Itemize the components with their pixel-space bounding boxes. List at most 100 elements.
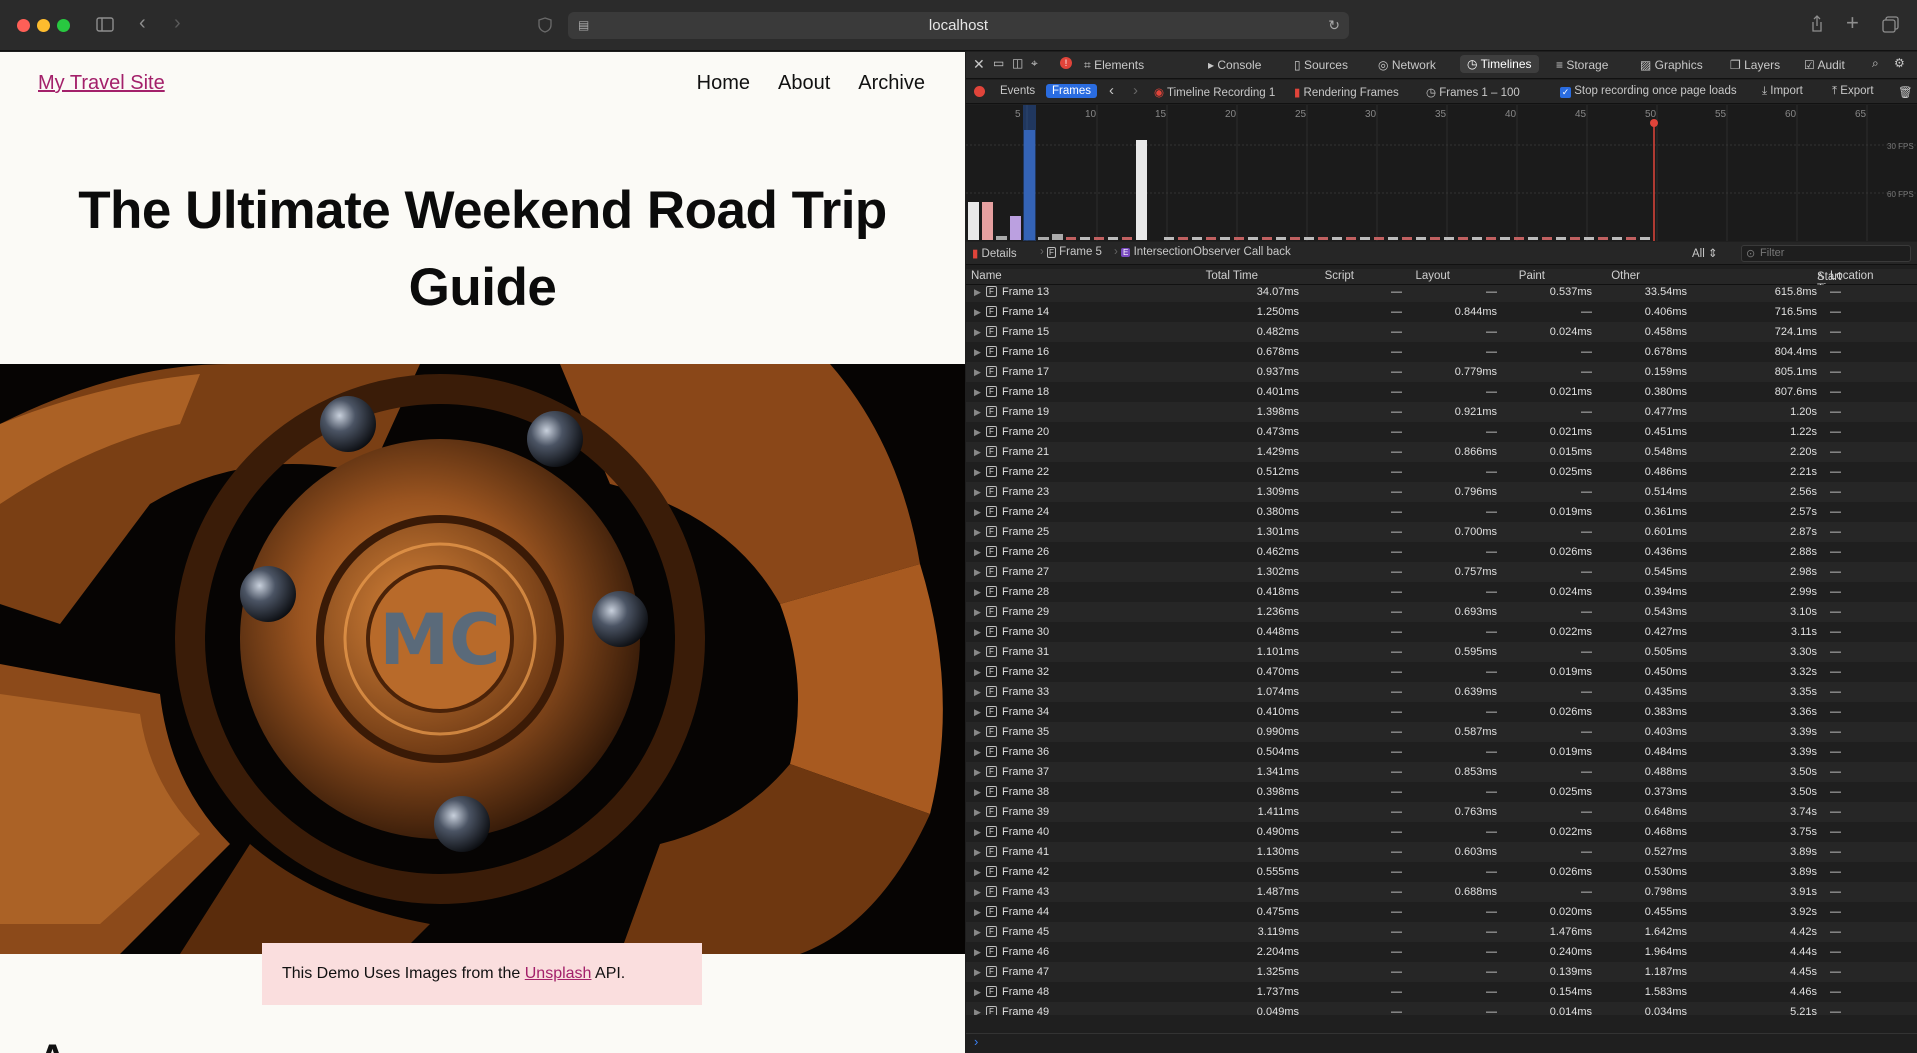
callback-crumb[interactable]: › E IntersectionObserver Call back bbox=[1114, 246, 1291, 258]
disclosure-triangle-icon[interactable]: ▶ bbox=[974, 647, 981, 658]
disclosure-triangle-icon[interactable]: ▶ bbox=[974, 727, 981, 738]
rendering-frames-selector[interactable]: ▮ Rendering Frames bbox=[1294, 85, 1399, 99]
frame-bar[interactable] bbox=[1640, 237, 1650, 240]
frame-bar[interactable] bbox=[1276, 237, 1286, 240]
tab-graphics[interactable]: ▨ Graphics bbox=[1640, 58, 1703, 72]
col-script[interactable]: Script bbox=[1325, 270, 1354, 282]
frame-bar[interactable] bbox=[1038, 237, 1049, 240]
privacy-shield-icon[interactable] bbox=[538, 17, 552, 36]
table-row[interactable]: ▶ F Frame 24 0.380ms — — 0.019ms 0.361ms 2.57s — bbox=[966, 502, 1917, 522]
disclosure-triangle-icon[interactable]: ▶ bbox=[974, 347, 981, 358]
disclosure-triangle-icon[interactable]: ▶ bbox=[974, 747, 981, 758]
frame-bar[interactable] bbox=[1542, 237, 1552, 240]
frame-bar[interactable] bbox=[1556, 237, 1566, 240]
disclosure-triangle-icon[interactable]: ▶ bbox=[974, 687, 981, 698]
disclosure-triangle-icon[interactable]: ▶ bbox=[974, 467, 981, 478]
disclosure-triangle-icon[interactable]: ▶ bbox=[974, 987, 981, 998]
frame-bar[interactable] bbox=[1612, 237, 1622, 240]
disclosure-triangle-icon[interactable]: ▶ bbox=[974, 967, 981, 978]
forward-icon[interactable]: › bbox=[174, 13, 181, 33]
table-row[interactable]: ▶ F Frame 13 34.07ms — — 0.537ms 33.54ms 615.8ms… bbox=[966, 285, 1917, 302]
selected-frame-highlight[interactable] bbox=[1023, 105, 1036, 241]
frame-bar[interactable] bbox=[1570, 237, 1580, 240]
disclosure-triangle-icon[interactable]: ▶ bbox=[974, 527, 981, 538]
frame-bar[interactable] bbox=[1416, 237, 1426, 240]
frame-bar[interactable] bbox=[1206, 237, 1216, 240]
frame-bar[interactable] bbox=[1598, 237, 1608, 240]
frame-bar[interactable] bbox=[1178, 237, 1188, 240]
frame-bar[interactable] bbox=[996, 236, 1007, 240]
disclosure-triangle-icon[interactable]: ▶ bbox=[974, 847, 981, 858]
frames-range-selector[interactable]: ◷ Frames 1 – 100 bbox=[1426, 85, 1520, 99]
disclosure-triangle-icon[interactable]: ▶ bbox=[974, 787, 981, 798]
disclosure-triangle-icon[interactable]: ▶ bbox=[974, 907, 981, 918]
unsplash-link[interactable]: Unsplash bbox=[525, 965, 592, 982]
table-row[interactable]: ▶ F Frame 18 0.401ms — — 0.021ms 0.380ms 807.6ms… bbox=[966, 382, 1917, 402]
frame-bar[interactable] bbox=[1318, 237, 1328, 240]
tab-overview-icon[interactable] bbox=[1882, 16, 1899, 36]
frame-bar[interactable] bbox=[1626, 237, 1636, 240]
table-row[interactable]: ▶ F Frame 20 0.473ms — — 0.021ms 0.451ms 1.22s — bbox=[966, 422, 1917, 442]
table-row[interactable]: ▶ F Frame 15 0.482ms — — 0.024ms 0.458ms 724.1ms… bbox=[966, 322, 1917, 342]
disclosure-triangle-icon[interactable]: ▶ bbox=[974, 607, 981, 618]
disclosure-triangle-icon[interactable]: ▶ bbox=[974, 807, 981, 818]
frame-bar[interactable] bbox=[1290, 237, 1300, 240]
disclosure-triangle-icon[interactable]: ▶ bbox=[974, 327, 981, 338]
all-filter-select[interactable]: All ⇕ bbox=[1692, 246, 1718, 260]
sidebar-toggle-icon[interactable] bbox=[96, 17, 114, 35]
minimize-window-button[interactable] bbox=[37, 19, 50, 32]
frame-bar[interactable] bbox=[1430, 237, 1440, 240]
disclosure-triangle-icon[interactable]: ▶ bbox=[974, 767, 981, 778]
frame-bar[interactable] bbox=[1080, 237, 1090, 240]
table-row[interactable]: ▶ F Frame 34 0.410ms — — 0.026ms 0.383ms 3.36s — bbox=[966, 702, 1917, 722]
disclosure-triangle-icon[interactable]: ▶ bbox=[974, 367, 981, 378]
element-picker-icon[interactable]: ⌖ bbox=[1031, 56, 1038, 71]
table-row[interactable]: ▶ F Frame 31 1.101ms — 0.595ms — 0.505ms 3.30s — bbox=[966, 642, 1917, 662]
table-row[interactable]: ▶ F Frame 43 1.487ms — 0.688ms — 0.798ms 3.91s — bbox=[966, 882, 1917, 902]
tab-audit[interactable]: ☑ Audit bbox=[1804, 58, 1845, 72]
close-window-button[interactable] bbox=[17, 19, 30, 32]
table-row[interactable]: ▶ F Frame 44 0.475ms — — 0.020ms 0.455ms 3.92s — bbox=[966, 902, 1917, 922]
frame-bar[interactable] bbox=[1234, 237, 1244, 240]
tab-console[interactable]: ▸ Console bbox=[1208, 58, 1261, 72]
table-row[interactable]: ▶ F Frame 19 1.398ms — 0.921ms — 0.477ms 1.20s — bbox=[966, 402, 1917, 422]
table-row[interactable]: ▶ F Frame 27 1.302ms — 0.757ms — 0.545ms 2.98s — bbox=[966, 562, 1917, 582]
settings-gear-icon[interactable]: ⚙ bbox=[1894, 56, 1905, 70]
disclosure-triangle-icon[interactable]: ▶ bbox=[974, 307, 981, 318]
frames-overview-graph[interactable]: 5 10 15 20 25 30 35 40 45 50 55 60 65 30 FPS 60 FPS bbox=[966, 105, 1917, 241]
table-row[interactable]: ▶ F Frame 39 1.411ms — 0.763ms — 0.648ms 3.74s — bbox=[966, 802, 1917, 822]
error-badge-icon[interactable]: ! bbox=[1060, 57, 1072, 69]
frame-crumb[interactable]: › F Frame 5 bbox=[1040, 246, 1102, 258]
disclosure-triangle-icon[interactable]: ▶ bbox=[974, 567, 981, 578]
table-row[interactable]: ▶ F Frame 37 1.341ms — 0.853ms — 0.488ms 3.50s — bbox=[966, 762, 1917, 782]
frame-bar[interactable] bbox=[1192, 237, 1202, 240]
table-row[interactable]: ▶ F Frame 28 0.418ms — — 0.024ms 0.394ms 2.99s — bbox=[966, 582, 1917, 602]
disclosure-triangle-icon[interactable]: ▶ bbox=[974, 947, 981, 958]
table-row[interactable]: ▶ F Frame 33 1.074ms — 0.639ms — 0.435ms 3.35s — bbox=[966, 682, 1917, 702]
frame-bar[interactable] bbox=[1388, 237, 1398, 240]
export-button[interactable]: ⤒ Export bbox=[1832, 85, 1874, 98]
tab-network[interactable]: ◎ Network bbox=[1378, 58, 1436, 72]
table-row[interactable]: ▶ F Frame 21 1.429ms — 0.866ms 0.015ms 0.548ms 2… bbox=[966, 442, 1917, 462]
disclosure-triangle-icon[interactable]: ▶ bbox=[974, 547, 981, 558]
frame-bar[interactable] bbox=[1262, 237, 1272, 240]
address-bar[interactable]: ▤ localhost ↻ bbox=[568, 12, 1349, 39]
disclosure-triangle-icon[interactable]: ▶ bbox=[974, 287, 981, 298]
new-tab-icon[interactable]: + bbox=[1846, 12, 1859, 34]
share-icon[interactable] bbox=[1810, 15, 1824, 36]
tab-elements[interactable]: ⌗ Elements bbox=[1084, 58, 1144, 73]
console-prompt[interactable]: › bbox=[966, 1033, 1917, 1053]
frame-bar[interactable] bbox=[1332, 237, 1342, 240]
nav-archive[interactable]: Archive bbox=[858, 72, 925, 95]
frame-bar[interactable] bbox=[1500, 237, 1510, 240]
frames-toggle[interactable]: Frames bbox=[1046, 84, 1097, 98]
zoom-window-button[interactable] bbox=[57, 19, 70, 32]
tab-sources[interactable]: ▯ Sources bbox=[1294, 58, 1348, 72]
table-row[interactable]: ▶ F Frame 38 0.398ms — — 0.025ms 0.373ms 3.50s — bbox=[966, 782, 1917, 802]
col-name[interactable]: Name bbox=[971, 270, 1002, 282]
next-chevron-icon[interactable]: › bbox=[1133, 82, 1138, 99]
table-row[interactable]: ▶ F Frame 42 0.555ms — — 0.026ms 0.530ms 3.89s — bbox=[966, 862, 1917, 882]
frame-bar[interactable] bbox=[1458, 237, 1468, 240]
disclosure-triangle-icon[interactable]: ▶ bbox=[974, 927, 981, 938]
frame-bar[interactable] bbox=[968, 202, 979, 240]
